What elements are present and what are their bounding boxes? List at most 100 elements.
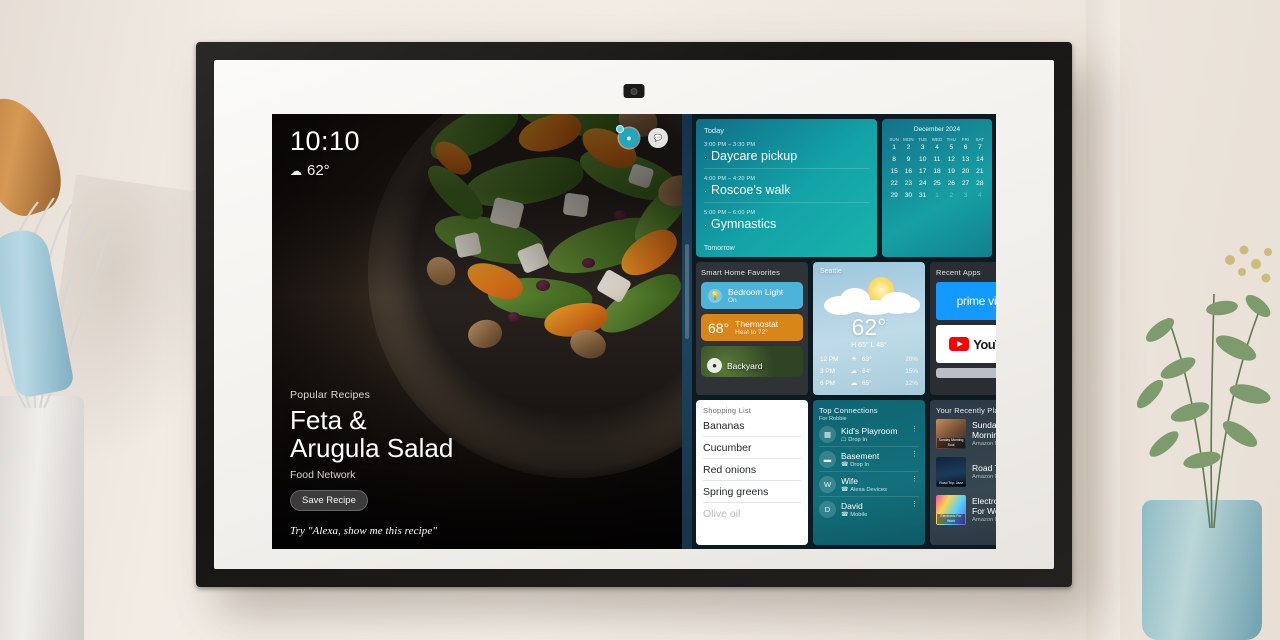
calendar-widget-row[interactable]: Today 3:00 PM – 3:30 PM · Daycare pickup… xyxy=(696,119,992,257)
calendar-day[interactable]: 6 xyxy=(958,142,972,153)
calendar-day[interactable]: 25 xyxy=(930,178,944,189)
calendar-day[interactable]: 11 xyxy=(930,154,944,165)
thermostat-card[interactable]: 68° Thermostat Heat to 72° xyxy=(701,314,803,341)
shopping-item[interactable]: Olive oil xyxy=(703,503,801,524)
recipe-source: Food Network xyxy=(290,469,356,481)
calendar-day[interactable]: 15 xyxy=(887,166,901,177)
calendar-day[interactable]: 3 xyxy=(958,190,972,201)
calendar-day[interactable]: 30 xyxy=(901,190,915,201)
chat-bubble-icon[interactable]: 💬 xyxy=(648,128,668,148)
weather-hourly-list: 12 PM ☀ 63° 20% 3 PM ☁ 64° 15% 6 PM ☁ 65… xyxy=(820,353,918,389)
shopping-list-widget[interactable]: Shopping List Bananas Cucumber Red onion… xyxy=(696,400,808,545)
panel-scrollbar[interactable] xyxy=(682,114,692,549)
recent-apps-widget[interactable]: Recent Apps prime video YouTube xyxy=(930,262,996,395)
connection-meta: ☎ Alexa Devices xyxy=(841,487,887,493)
backyard-camera-card[interactable]: ● Backyard xyxy=(701,346,803,377)
overflow-menu-icon[interactable]: ⋮ xyxy=(911,501,918,508)
calendar-day[interactable]: 23 xyxy=(901,178,915,189)
weather-widget[interactable]: Seattle 62° H 65° L 48° 12 PM ☀ 63° 20% … xyxy=(813,262,925,395)
top-connections-widget[interactable]: Top Connections For Robbie ▦ Kid's Playr… xyxy=(813,400,925,545)
bedroom-light-card[interactable]: 💡 Bedroom Light On xyxy=(701,282,803,309)
light-state: On xyxy=(728,297,737,304)
calendar-days-grid[interactable]: 1 2 3 4 5 6 7 8 9 10 11 12 13 14 15 16 17 18 19 20 21 22 23 24 2… xyxy=(887,142,987,201)
overflow-menu-icon[interactable]: ⋮ xyxy=(911,476,918,483)
event-bullet-icon: · xyxy=(704,186,707,196)
calendar-day[interactable]: 29 xyxy=(887,190,901,201)
calendar-day[interactable]: 4 xyxy=(930,142,944,153)
calendar-day[interactable]: 9 xyxy=(901,154,915,165)
weather-city: Seattle xyxy=(820,268,842,275)
recipe-title-line-1: Feta & xyxy=(290,404,367,435)
played-row[interactable]: Road Trip: Jazz Road Trip: Jazz Amazon M… xyxy=(936,453,996,491)
hero-status-icons[interactable]: ● 💬 xyxy=(616,125,668,148)
calendar-day[interactable]: 10 xyxy=(916,154,930,165)
widget-row-2[interactable]: Smart Home Favorites 💡 Bedroom Light On … xyxy=(696,262,996,395)
connection-name: Kid's Playroom xyxy=(841,426,898,436)
shopping-item[interactable]: Bananas xyxy=(703,415,801,437)
agenda-today-label: Today xyxy=(704,126,725,135)
calendar-day[interactable]: 5 xyxy=(944,142,958,153)
calendar-day[interactable]: 2 xyxy=(944,190,958,201)
calendar-day[interactable]: 17 xyxy=(916,166,930,177)
calendar-day[interactable]: 1 xyxy=(930,190,944,201)
calendar-day[interactable]: 8 xyxy=(887,154,901,165)
calendar-day[interactable]: 20 xyxy=(958,166,972,177)
shopping-item[interactable]: Spring greens xyxy=(703,481,801,503)
agenda-event[interactable]: 3:00 PM – 3:30 PM · Daycare pickup xyxy=(704,142,869,169)
calendar-day[interactable]: 24 xyxy=(916,178,930,189)
save-recipe-button[interactable]: Save Recipe xyxy=(290,490,368,511)
calendar-day[interactable]: 3 xyxy=(916,142,930,153)
calendar-day[interactable]: 2 xyxy=(901,142,915,153)
connection-row[interactable]: D David ☎ Mobile ⋮ xyxy=(819,497,919,521)
calendar-day[interactable]: 27 xyxy=(958,178,972,189)
calendar-day[interactable]: 31 xyxy=(916,190,930,201)
event-time: 5:00 PM – 6:00 PM xyxy=(704,210,756,216)
calendar-day-today[interactable]: 12 xyxy=(944,154,958,165)
agenda-event[interactable]: 4:00 PM – 4:20 PM · Roscoe's walk xyxy=(704,176,869,203)
connection-name: Basement xyxy=(841,451,880,461)
widget-row-3[interactable]: Shopping List Bananas Cucumber Red onion… xyxy=(696,400,996,545)
played-title-line-2: Morning Soul xyxy=(972,429,996,440)
app-tile-partial[interactable] xyxy=(936,368,996,378)
calendar-day[interactable]: 13 xyxy=(958,154,972,165)
calendar-day[interactable]: 21 xyxy=(973,166,987,177)
connection-row[interactable]: ▬ Basement ☎ Drop In ⋮ xyxy=(819,447,919,472)
calendar-month-label: December 2024 xyxy=(913,126,961,133)
event-bullet-icon: · xyxy=(704,152,707,162)
shopping-item[interactable]: Red onions xyxy=(703,459,801,481)
hour-time: 12 PM xyxy=(820,355,839,363)
overflow-menu-icon[interactable]: ⋮ xyxy=(911,451,918,458)
hour-temp: 64° xyxy=(862,367,872,375)
calendar-day[interactable]: 16 xyxy=(901,166,915,177)
scrollbar-thumb[interactable] xyxy=(685,244,689,339)
smart-home-widget[interactable]: Smart Home Favorites 💡 Bedroom Light On … xyxy=(696,262,808,395)
agenda-widget[interactable]: Today 3:00 PM – 3:30 PM · Daycare pickup… xyxy=(696,119,877,257)
youtube-app-tile[interactable]: YouTube xyxy=(936,325,996,363)
connection-row[interactable]: W Wife ☎ Alexa Devices ⋮ xyxy=(819,472,919,497)
recently-played-widget[interactable]: Your Recently Played Sunday Morning Soul… xyxy=(930,400,996,545)
recipe-hero-panel[interactable]: 10:10 ☁ 62° ● 💬 Popular Recipes Feta & A… xyxy=(272,114,682,549)
recently-played-title: Your Recently Played xyxy=(936,406,996,415)
calendar-day[interactable]: 22 xyxy=(887,178,901,189)
played-row[interactable]: Electronic For Work Electronic For Work … xyxy=(936,491,996,529)
calendar-day[interactable]: 4 xyxy=(973,190,987,201)
prime-video-app-tile[interactable]: prime video xyxy=(936,282,996,320)
month-calendar-widget[interactable]: December 2024 SUN MON TUE WED THU FRI SA… xyxy=(882,119,992,257)
calendar-day[interactable]: 18 xyxy=(930,166,944,177)
calendar-day[interactable]: 7 xyxy=(973,142,987,153)
played-row[interactable]: Sunday Morning Soul Sunday Morning Soul … xyxy=(936,415,996,453)
played-source: Amazon Music xyxy=(972,474,996,481)
widget-panel[interactable]: Today 3:00 PM – 3:30 PM · Daycare pickup… xyxy=(692,114,996,549)
calendar-day[interactable]: 1 xyxy=(887,142,901,153)
connection-row[interactable]: ▦ Kid's Playroom ☖ Drop In ⋮ xyxy=(819,422,919,447)
device-screen[interactable]: 10:10 ☁ 62° ● 💬 Popular Recipes Feta & A… xyxy=(272,114,996,549)
overflow-menu-icon[interactable]: ⋮ xyxy=(911,426,918,433)
connection-meta: ☖ Drop In xyxy=(841,437,897,443)
calendar-day[interactable]: 14 xyxy=(973,154,987,165)
calendar-day[interactable]: 28 xyxy=(973,178,987,189)
calendar-day[interactable]: 19 xyxy=(944,166,958,177)
agenda-event[interactable]: 5:00 PM – 6:00 PM · Gymnastics xyxy=(704,210,869,236)
calendar-day[interactable]: 26 xyxy=(944,178,958,189)
connection-meta-text: Drop In xyxy=(848,437,868,443)
shopping-item[interactable]: Cucumber xyxy=(703,437,801,459)
